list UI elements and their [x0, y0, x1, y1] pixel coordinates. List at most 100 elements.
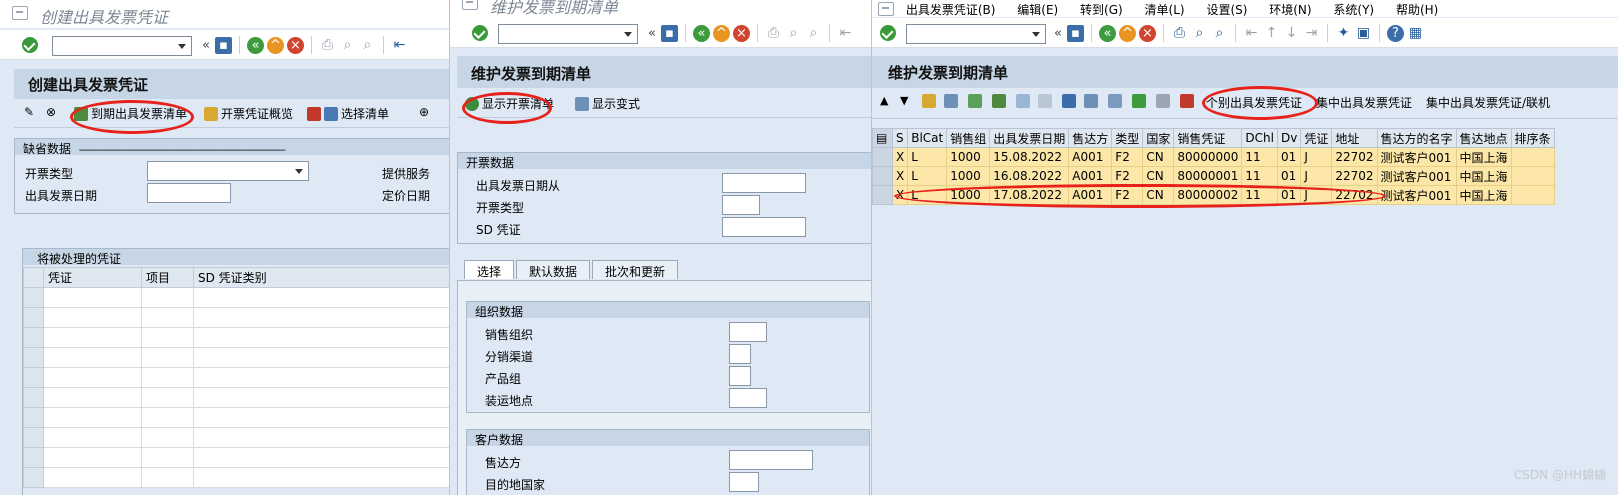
table-cell[interactable] [43, 407, 142, 428]
column-header[interactable]: 项目 [141, 267, 194, 288]
column-header[interactable]: 售达方的名字 [1376, 128, 1457, 148]
table-cell[interactable] [43, 307, 142, 328]
grid-row[interactable]: X L 1000 15.08.2022 A001 F2 CN 80000000 … [872, 147, 1555, 167]
select-list-button[interactable]: 选择清单 [307, 105, 389, 122]
cancel-icon[interactable]: × [286, 36, 304, 54]
row-selector[interactable] [23, 287, 44, 308]
grid-cell[interactable]: 01 [1276, 185, 1302, 205]
find-next-icon[interactable]: ⌕ [359, 37, 376, 54]
search-icon[interactable] [944, 94, 958, 108]
menu-list[interactable]: 清单(L) [1145, 1, 1185, 18]
column-header[interactable]: DChl [1241, 128, 1278, 148]
grid-cell[interactable]: 22702 [1331, 185, 1378, 205]
grid-cell[interactable]: F2 [1111, 147, 1144, 167]
save-icon[interactable]: ▪ [1066, 24, 1084, 42]
menu-goto[interactable]: 转到(G) [1080, 1, 1123, 18]
search-next-icon[interactable] [968, 94, 982, 108]
enter-icon[interactable] [880, 25, 896, 41]
grid-cell[interactable]: J [1300, 147, 1333, 167]
row-selector[interactable] [872, 185, 893, 205]
table-cell[interactable] [43, 387, 142, 408]
grid-cell[interactable] [1510, 166, 1555, 186]
column-header[interactable]: 类型 [1111, 128, 1144, 148]
enter-icon[interactable] [22, 37, 38, 53]
first-page-icon[interactable]: ⇤ [837, 25, 854, 42]
layout-icon[interactable]: ▦ [1407, 25, 1424, 42]
table-cell[interactable] [141, 427, 194, 448]
next-page-icon[interactable]: ↓ [1283, 25, 1300, 42]
print-icon[interactable]: ⎙ [1171, 25, 1188, 42]
billing-date-field[interactable] [147, 183, 231, 203]
previous-page-icon[interactable]: ↑ [1263, 25, 1280, 42]
exit-icon[interactable]: ^ [266, 36, 284, 54]
command-field[interactable] [498, 24, 638, 44]
exit-icon[interactable]: ^ [712, 24, 730, 42]
table-cell[interactable] [141, 407, 194, 428]
row-selector[interactable] [23, 387, 44, 408]
row-selector[interactable] [23, 467, 44, 488]
grid-cell[interactable]: 16.08.2022 [989, 166, 1070, 186]
table-cell[interactable] [193, 347, 449, 368]
grid-cell[interactable]: 01 [1276, 166, 1302, 186]
cancel-icon[interactable]: × [1138, 24, 1156, 42]
display-billing-list-button[interactable]: 显示开票清单 [465, 95, 554, 112]
table-cell[interactable] [193, 287, 449, 308]
grid-row[interactable]: X L 1000 17.08.2022 A001 F2 CN 80000002 … [872, 185, 1555, 205]
destination-country-field[interactable] [729, 472, 759, 492]
tab-batch-update[interactable]: 批次和更新 [592, 260, 679, 279]
display-variant-button[interactable]: 显示变式 [575, 95, 640, 112]
grid-cell[interactable]: 22702 [1331, 166, 1378, 186]
back-icon[interactable]: « [1098, 24, 1116, 42]
table-cell[interactable] [43, 427, 142, 448]
command-field[interactable] [906, 24, 1046, 44]
grid-cell[interactable]: 80000000 [1173, 147, 1243, 167]
table-cell[interactable] [141, 307, 194, 328]
table-cell[interactable] [193, 407, 449, 428]
sales-org-field[interactable] [729, 322, 767, 342]
grid-cell[interactable]: F2 [1111, 185, 1144, 205]
column-header[interactable]: 销售凭证 [1173, 128, 1243, 148]
find-icon[interactable]: ⌕ [339, 37, 356, 54]
billing-due-list-button[interactable]: 到期出具发票清单 [74, 105, 187, 122]
grid-cell[interactable]: F2 [1111, 166, 1144, 186]
save-icon[interactable]: ▪ [214, 36, 232, 54]
exit-icon[interactable]: ^ [1118, 24, 1136, 42]
print-icon[interactable]: ⎙ [319, 37, 336, 54]
grid-cell[interactable]: 11 [1241, 185, 1278, 205]
table-cell[interactable] [193, 427, 449, 448]
table-cell[interactable] [43, 347, 142, 368]
table-cell[interactable] [43, 367, 142, 388]
table-cell[interactable] [43, 327, 142, 348]
find-icon[interactable]: ⌕ [1191, 25, 1208, 42]
cancel-icon[interactable]: × [732, 24, 750, 42]
collapse-icon[interactable]: « [202, 38, 210, 53]
grid-cell[interactable]: CN [1142, 185, 1175, 205]
row-selector[interactable] [23, 307, 44, 328]
glasses-icon[interactable]: ⊗ [46, 105, 56, 119]
grid-cell[interactable]: X [891, 147, 909, 167]
column-header[interactable]: 出具发票日期 [989, 128, 1070, 148]
sd-document-field[interactable] [722, 217, 806, 237]
grid-cell[interactable]: 中国上海 [1455, 166, 1512, 186]
distribution-channel-field[interactable] [729, 344, 751, 364]
table-cell[interactable] [141, 287, 194, 308]
grid-cell[interactable]: X [891, 166, 909, 186]
grid-cell[interactable]: 中国上海 [1455, 185, 1512, 205]
table-cell[interactable] [141, 327, 194, 348]
table-cell[interactable] [43, 287, 142, 308]
filter-icon[interactable] [1062, 94, 1076, 108]
column-header[interactable]: 售达地点 [1455, 128, 1512, 148]
billing-overview-button[interactable]: 开票凭证概览 [204, 105, 293, 122]
subtotal-icon[interactable] [1108, 94, 1122, 108]
column-header[interactable]: 销售组 [946, 128, 991, 148]
grid-cell[interactable]: 11 [1241, 147, 1278, 167]
table-cell[interactable] [193, 327, 449, 348]
enter-icon[interactable] [472, 25, 488, 41]
grid-cell[interactable]: 1000 [946, 166, 991, 186]
grid-cell[interactable]: 测试客户001 [1376, 166, 1457, 186]
grid-cell[interactable] [1510, 185, 1555, 205]
grid-cell[interactable]: CN [1142, 147, 1175, 167]
table-cell[interactable] [141, 447, 194, 468]
sort-up-icon[interactable]: ▲ [880, 94, 888, 107]
table-cell[interactable] [43, 447, 142, 468]
